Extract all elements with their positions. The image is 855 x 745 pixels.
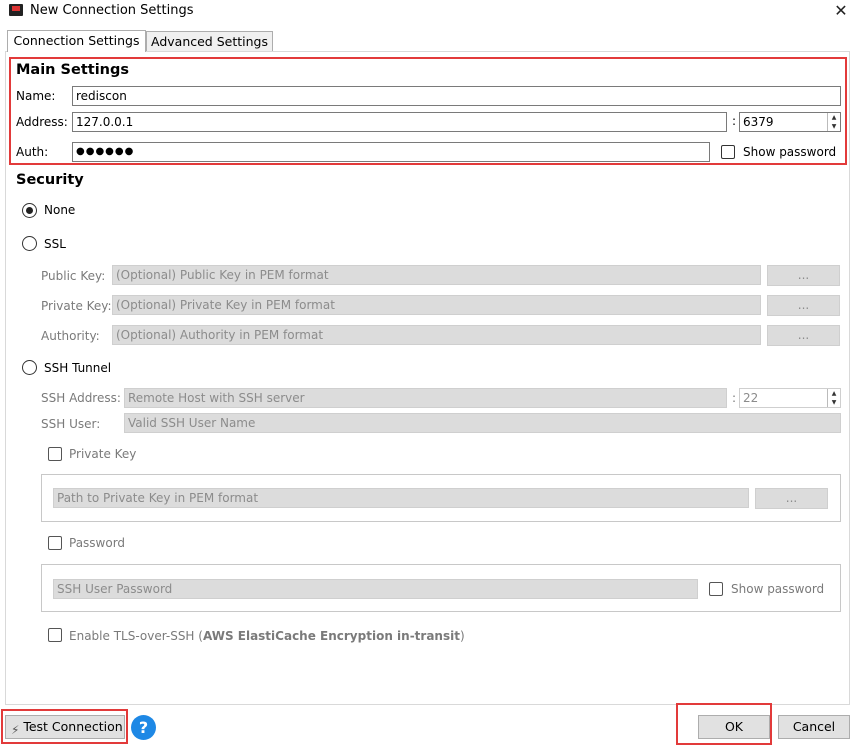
ssh-port-separator: : <box>732 391 737 405</box>
ssh-address-label: SSH Address: <box>41 391 121 405</box>
none-label: None <box>44 203 76 217</box>
tls-prefix: Enable TLS-over-SSH ( <box>69 629 203 643</box>
tab-advanced-settings[interactable]: Advanced Settings <box>146 31 273 52</box>
tab-connection-settings[interactable]: Connection Settings <box>7 30 146 52</box>
app-icon <box>9 4 23 16</box>
public-key-browse-button[interactable]: ... <box>767 265 840 286</box>
ssh-user-input[interactable]: Valid SSH User Name <box>124 413 841 433</box>
cancel-button[interactable]: Cancel <box>778 715 850 739</box>
authority-input[interactable]: (Optional) Authority in PEM format <box>112 325 761 345</box>
private-key-check-label: Private Key <box>69 447 137 461</box>
auth-label: Auth: <box>16 145 49 159</box>
show-password-label: Show password <box>743 145 837 159</box>
ssh-port-value: 22 <box>743 391 759 405</box>
tls-over-ssh-checkbox[interactable] <box>48 628 62 642</box>
authority-browse-button[interactable]: ... <box>767 325 840 346</box>
ssh-user-label: SSH User: <box>41 417 101 431</box>
ssh-tunnel-label: SSH Tunnel <box>44 361 112 375</box>
ssh-password-input[interactable]: SSH User Password <box>53 579 698 599</box>
auth-input[interactable]: ●●●●●● <box>72 142 710 162</box>
ssh-port-spinbox[interactable]: 22 ▲ ▼ <box>739 388 841 408</box>
spin-up-icon[interactable]: ▲ <box>828 113 840 122</box>
help-icon[interactable]: ? <box>131 715 156 740</box>
ssh-address-input[interactable]: Remote Host with SSH server <box>124 388 727 408</box>
password-check-label: Password <box>69 536 126 550</box>
radio-none[interactable] <box>22 203 37 218</box>
test-connection-button[interactable]: ⚡ Test Connection <box>5 715 125 739</box>
main-settings-title: Main Settings <box>16 62 129 78</box>
radio-ssl[interactable] <box>22 236 37 251</box>
ssl-label: SSL <box>44 237 66 251</box>
window-title: New Connection Settings <box>30 3 194 18</box>
plug-icon: ⚡ <box>11 723 20 737</box>
authority-label: Authority: <box>41 329 100 343</box>
private-key-label: Private Key: <box>41 299 112 313</box>
port-separator: : <box>732 114 737 128</box>
spin-up-icon[interactable]: ▲ <box>828 389 840 398</box>
security-title: Security <box>16 172 84 188</box>
public-key-input[interactable]: (Optional) Public Key in PEM format <box>112 265 761 285</box>
ssh-show-password-checkbox[interactable] <box>709 582 723 596</box>
radio-ssh-tunnel[interactable] <box>22 360 37 375</box>
test-connection-label: Test Connection <box>23 719 123 734</box>
private-key-browse-button[interactable]: ... <box>767 295 840 316</box>
password-checkbox[interactable] <box>48 536 62 550</box>
name-label: Name: <box>16 89 56 103</box>
spin-down-icon[interactable]: ▼ <box>828 398 840 407</box>
public-key-label: Public Key: <box>41 269 106 283</box>
tls-bold-text: AWS ElastiCache Encryption in-transit <box>202 629 460 643</box>
private-key-path-browse-button[interactable]: ... <box>755 488 828 509</box>
show-password-checkbox[interactable] <box>721 145 735 159</box>
title-bar: New Connection Settings ✕ <box>0 0 855 24</box>
ssh-show-password-label: Show password <box>731 582 825 596</box>
address-input[interactable]: 127.0.0.1 <box>72 112 727 132</box>
ssh-port-spin-buttons[interactable]: ▲ ▼ <box>827 389 840 407</box>
port-spinbox[interactable]: 6379 ▲ ▼ <box>739 112 841 132</box>
private-key-path-input[interactable]: Path to Private Key in PEM format <box>53 488 749 508</box>
port-spin-buttons[interactable]: ▲ ▼ <box>827 113 840 131</box>
private-key-input[interactable]: (Optional) Private Key in PEM format <box>112 295 761 315</box>
spin-down-icon[interactable]: ▼ <box>828 122 840 131</box>
name-input[interactable]: rediscon <box>72 86 841 106</box>
close-icon[interactable]: ✕ <box>831 0 851 22</box>
address-label: Address: <box>16 115 68 129</box>
port-value: 6379 <box>743 115 774 129</box>
ok-button[interactable]: OK <box>698 715 770 739</box>
tls-suffix: ) <box>459 629 465 643</box>
private-key-checkbox[interactable] <box>48 447 62 461</box>
tls-over-ssh-label: Enable TLS-over-SSH (AWS ElastiCache Enc… <box>69 629 465 643</box>
